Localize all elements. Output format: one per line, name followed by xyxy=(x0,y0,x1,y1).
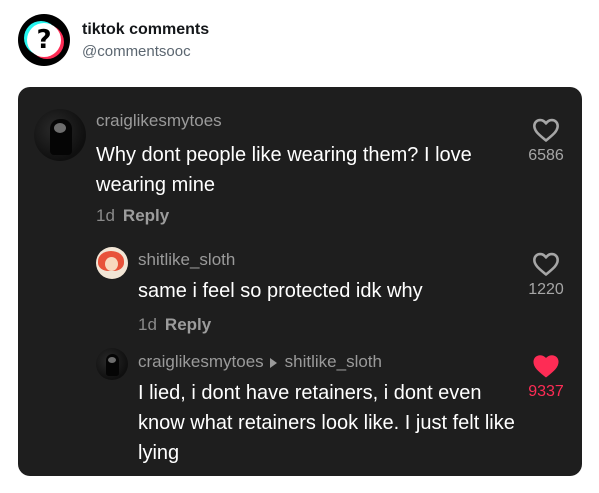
comment-username-thread: craiglikesmytoes shitlike_sloth xyxy=(138,352,382,372)
like-count: 9337 xyxy=(528,383,564,400)
question-mark-logo-icon: ? xyxy=(24,21,64,59)
account-handle[interactable]: @commentsooc xyxy=(82,43,191,60)
comment-meta: 1d Reply xyxy=(96,206,169,226)
like-count: 6586 xyxy=(528,147,564,164)
comment-text: Why dont people like wearing them? I lov… xyxy=(96,144,472,196)
avatar[interactable] xyxy=(96,348,128,380)
like-button[interactable]: 1220 xyxy=(516,251,576,299)
comment-meta: 1d Reply xyxy=(138,315,211,335)
post-header: ? tiktok comments @commentsooc xyxy=(18,14,578,74)
comment-age: 1d xyxy=(138,315,157,334)
like-button[interactable]: 6586 xyxy=(516,117,576,165)
heart-outline-icon xyxy=(533,118,559,142)
account-name[interactable]: tiktok comments xyxy=(82,21,209,39)
comment-age: 1d xyxy=(96,206,115,225)
avatar[interactable] xyxy=(96,247,128,279)
comment-text: same i feel so protected idk why xyxy=(138,280,423,302)
comment-text: I lied, i dont have retainers, i dont ev… xyxy=(138,382,515,464)
reply-to-username[interactable]: shitlike_sloth xyxy=(285,352,382,371)
like-count: 1220 xyxy=(528,281,564,298)
account-avatar[interactable]: ? xyxy=(18,14,70,66)
comment-username[interactable]: craiglikesmytoes xyxy=(96,111,222,131)
reply-arrow-icon xyxy=(269,357,277,368)
comment-username[interactable]: shitlike_sloth xyxy=(138,250,235,270)
reply-button[interactable]: Reply xyxy=(165,315,211,334)
reply-button[interactable]: Reply xyxy=(123,206,169,225)
heart-outline-icon xyxy=(533,252,559,276)
like-button[interactable]: 9337 xyxy=(516,353,576,401)
avatar[interactable] xyxy=(34,109,86,161)
comment-username[interactable]: craiglikesmytoes xyxy=(138,352,264,371)
heart-filled-icon xyxy=(533,355,559,378)
comment-card: craiglikesmytoes Why dont people like we… xyxy=(18,87,582,476)
